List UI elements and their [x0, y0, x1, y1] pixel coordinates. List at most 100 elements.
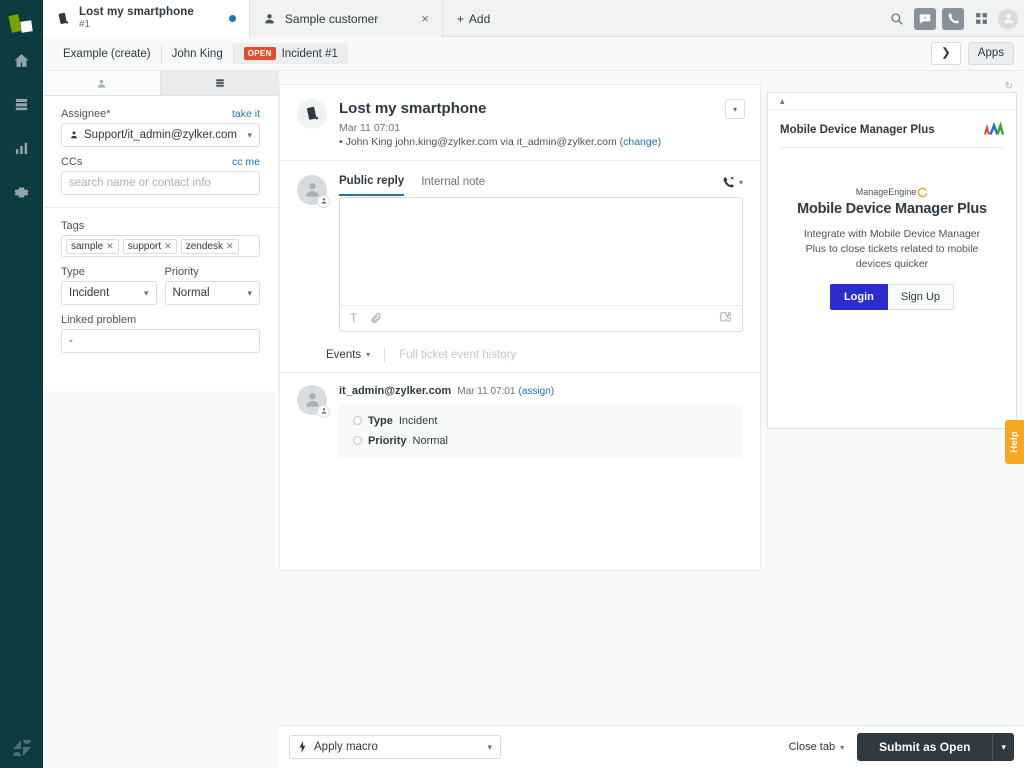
zendesk-logo[interactable]: [7, 12, 35, 38]
help-tab[interactable]: Help: [1005, 420, 1024, 464]
call-icon: [722, 176, 735, 189]
properties-tab-list: [43, 71, 278, 96]
signup-button[interactable]: Sign Up: [887, 283, 955, 310]
reporting-icon: [14, 141, 29, 156]
apps-grid-icon[interactable]: [970, 8, 992, 30]
properties-tab-user[interactable]: [43, 71, 160, 95]
breadcrumb-item-example[interactable]: Example (create): [53, 43, 162, 64]
apps-button[interactable]: Apps: [967, 41, 1014, 66]
reply-textarea[interactable]: [340, 198, 742, 305]
cc-me-link[interactable]: cc me: [232, 156, 260, 168]
breadcrumb-label: John King: [171, 47, 223, 60]
ticket-menu-button[interactable]: ▾: [725, 99, 745, 119]
ticket-fields-icon: [215, 78, 225, 88]
tab-status-dot: [228, 15, 236, 22]
close-tab-button[interactable]: Close tab ▾: [789, 741, 845, 753]
rail-item-reporting[interactable]: [0, 126, 43, 170]
properties-tab-fields[interactable]: [160, 71, 278, 95]
breadcrumb-row: Example (create) John King OPEN Incident…: [43, 37, 1024, 71]
remove-tag-icon[interactable]: ✕: [106, 241, 114, 252]
take-it-link[interactable]: take it: [232, 108, 260, 120]
apps-puzzle-icon[interactable]: [718, 311, 732, 325]
tab-list: Lost my smartphone #1 Sample customer × …: [43, 0, 1024, 38]
assignee-select[interactable]: Support/it_admin@zylker.com ▾: [61, 123, 260, 147]
rail-item-home[interactable]: [0, 38, 43, 82]
text-format-icon[interactable]: T: [350, 311, 357, 325]
submit-button[interactable]: Submit as Open: [857, 733, 993, 761]
priority-select[interactable]: Normal ▾: [164, 281, 260, 305]
tab-internal-note[interactable]: Internal note: [421, 176, 485, 195]
remove-tag-icon[interactable]: ✕: [164, 241, 172, 252]
rail-footer-logo[interactable]: [0, 736, 43, 760]
user-icon: [96, 78, 107, 89]
add-tab-button[interactable]: + Add: [443, 0, 504, 37]
reply-editor[interactable]: T: [339, 196, 743, 332]
status-badge: OPEN: [243, 47, 276, 60]
tag-chip[interactable]: sample ✕: [66, 238, 119, 254]
app-product-name: Mobile Device Manager Plus: [797, 201, 987, 217]
attachment-icon[interactable]: [370, 312, 382, 324]
channel-selector[interactable]: ▾: [722, 176, 743, 195]
svg-text:x: x: [924, 15, 927, 21]
app-action-buttons: Login Sign Up: [790, 283, 994, 310]
composer-avatar: [297, 174, 330, 208]
user-avatar-icon[interactable]: [998, 8, 1018, 29]
event-change-row: Type Incident: [353, 415, 729, 427]
tag-chip[interactable]: support ✕: [122, 238, 177, 254]
tag-label: sample: [71, 240, 104, 252]
breadcrumb-item-john-king[interactable]: John King: [162, 43, 234, 64]
login-button[interactable]: Login: [829, 283, 888, 310]
search-icon[interactable]: [886, 8, 908, 30]
home-icon: [13, 52, 30, 69]
tag-label: support: [127, 240, 162, 252]
ccs-input[interactable]: search name or contact info: [61, 171, 260, 195]
views-icon: [14, 97, 29, 112]
top-tab-bar: Lost my smartphone #1 Sample customer × …: [43, 0, 1024, 38]
talk-icon[interactable]: [942, 7, 964, 30]
submit-options-button[interactable]: ▾: [992, 733, 1014, 761]
remove-tag-icon[interactable]: ✕: [226, 241, 234, 252]
ticket-requester: • John King john.king@zylker.com via it_…: [339, 136, 661, 148]
breadcrumb-item-incident[interactable]: OPEN Incident #1: [233, 43, 348, 64]
type-select[interactable]: Incident ▾: [61, 281, 157, 305]
event-entry: it_admin@zylker.com Mar 11 07:01 (assign…: [280, 371, 760, 458]
linked-problem-label-row: Linked problem: [61, 314, 260, 326]
linked-problem-input[interactable]: -: [61, 329, 260, 353]
rail-item-views[interactable]: [0, 82, 43, 126]
apply-macro-select[interactable]: Apply macro ▾: [289, 735, 501, 759]
event-action-link[interactable]: (assign): [519, 386, 555, 397]
check-circle-icon: [353, 436, 362, 445]
tab-lost-my-smartphone[interactable]: Lost my smartphone #1: [43, 0, 250, 38]
refresh-icon[interactable]: ↻: [1005, 81, 1013, 92]
tab-public-reply[interactable]: Public reply: [339, 175, 405, 196]
full-event-history-link[interactable]: Full ticket event history: [399, 349, 516, 361]
rail-item-admin[interactable]: [0, 170, 43, 214]
priority-field: Priority Normal ▾: [164, 266, 260, 305]
event-meta: it_admin@zylker.com Mar 11 07:01 (assign…: [339, 385, 743, 397]
apps-sidebar-panel: ↻ ▴ Mobile Device Manager Plus ManageEng…: [767, 81, 1017, 429]
ticket-header-text: Lost my smartphone Mar 11 07:01 • John K…: [339, 99, 661, 148]
tags-input[interactable]: sample ✕ support ✕ zendesk ✕: [61, 235, 260, 257]
events-filter[interactable]: Events ▾: [326, 349, 370, 361]
editor-toolbar: T: [340, 304, 742, 331]
collapse-panel-button[interactable]: ▴: [768, 93, 1016, 110]
change-requester-link[interactable]: (change): [620, 136, 661, 148]
logo-shape-green: [7, 14, 22, 33]
tag-chip[interactable]: zendesk ✕: [180, 238, 239, 254]
priority-label: Priority: [164, 266, 199, 278]
chevron-down-icon: ▾: [247, 287, 252, 298]
priority-value: Normal: [172, 287, 210, 299]
left-nav-rail: [0, 0, 43, 768]
close-icon[interactable]: ×: [421, 11, 429, 26]
tab-title: Lost my smartphone: [79, 6, 194, 19]
tab-sample-customer[interactable]: Sample customer ×: [249, 0, 443, 37]
expand-panel-button[interactable]: ❯: [931, 41, 961, 66]
change-field: Priority: [368, 434, 407, 447]
chat-icon[interactable]: x: [914, 7, 936, 30]
requester-text: • John King john.king@zylker.com via it_…: [339, 135, 617, 148]
user-icon: [263, 12, 276, 25]
apps-button-label: Apps: [977, 46, 1004, 59]
chevron-down-icon: ▾: [366, 350, 371, 359]
submit-group: Submit as Open ▾: [857, 733, 1014, 761]
assignee-icon: [69, 130, 79, 140]
